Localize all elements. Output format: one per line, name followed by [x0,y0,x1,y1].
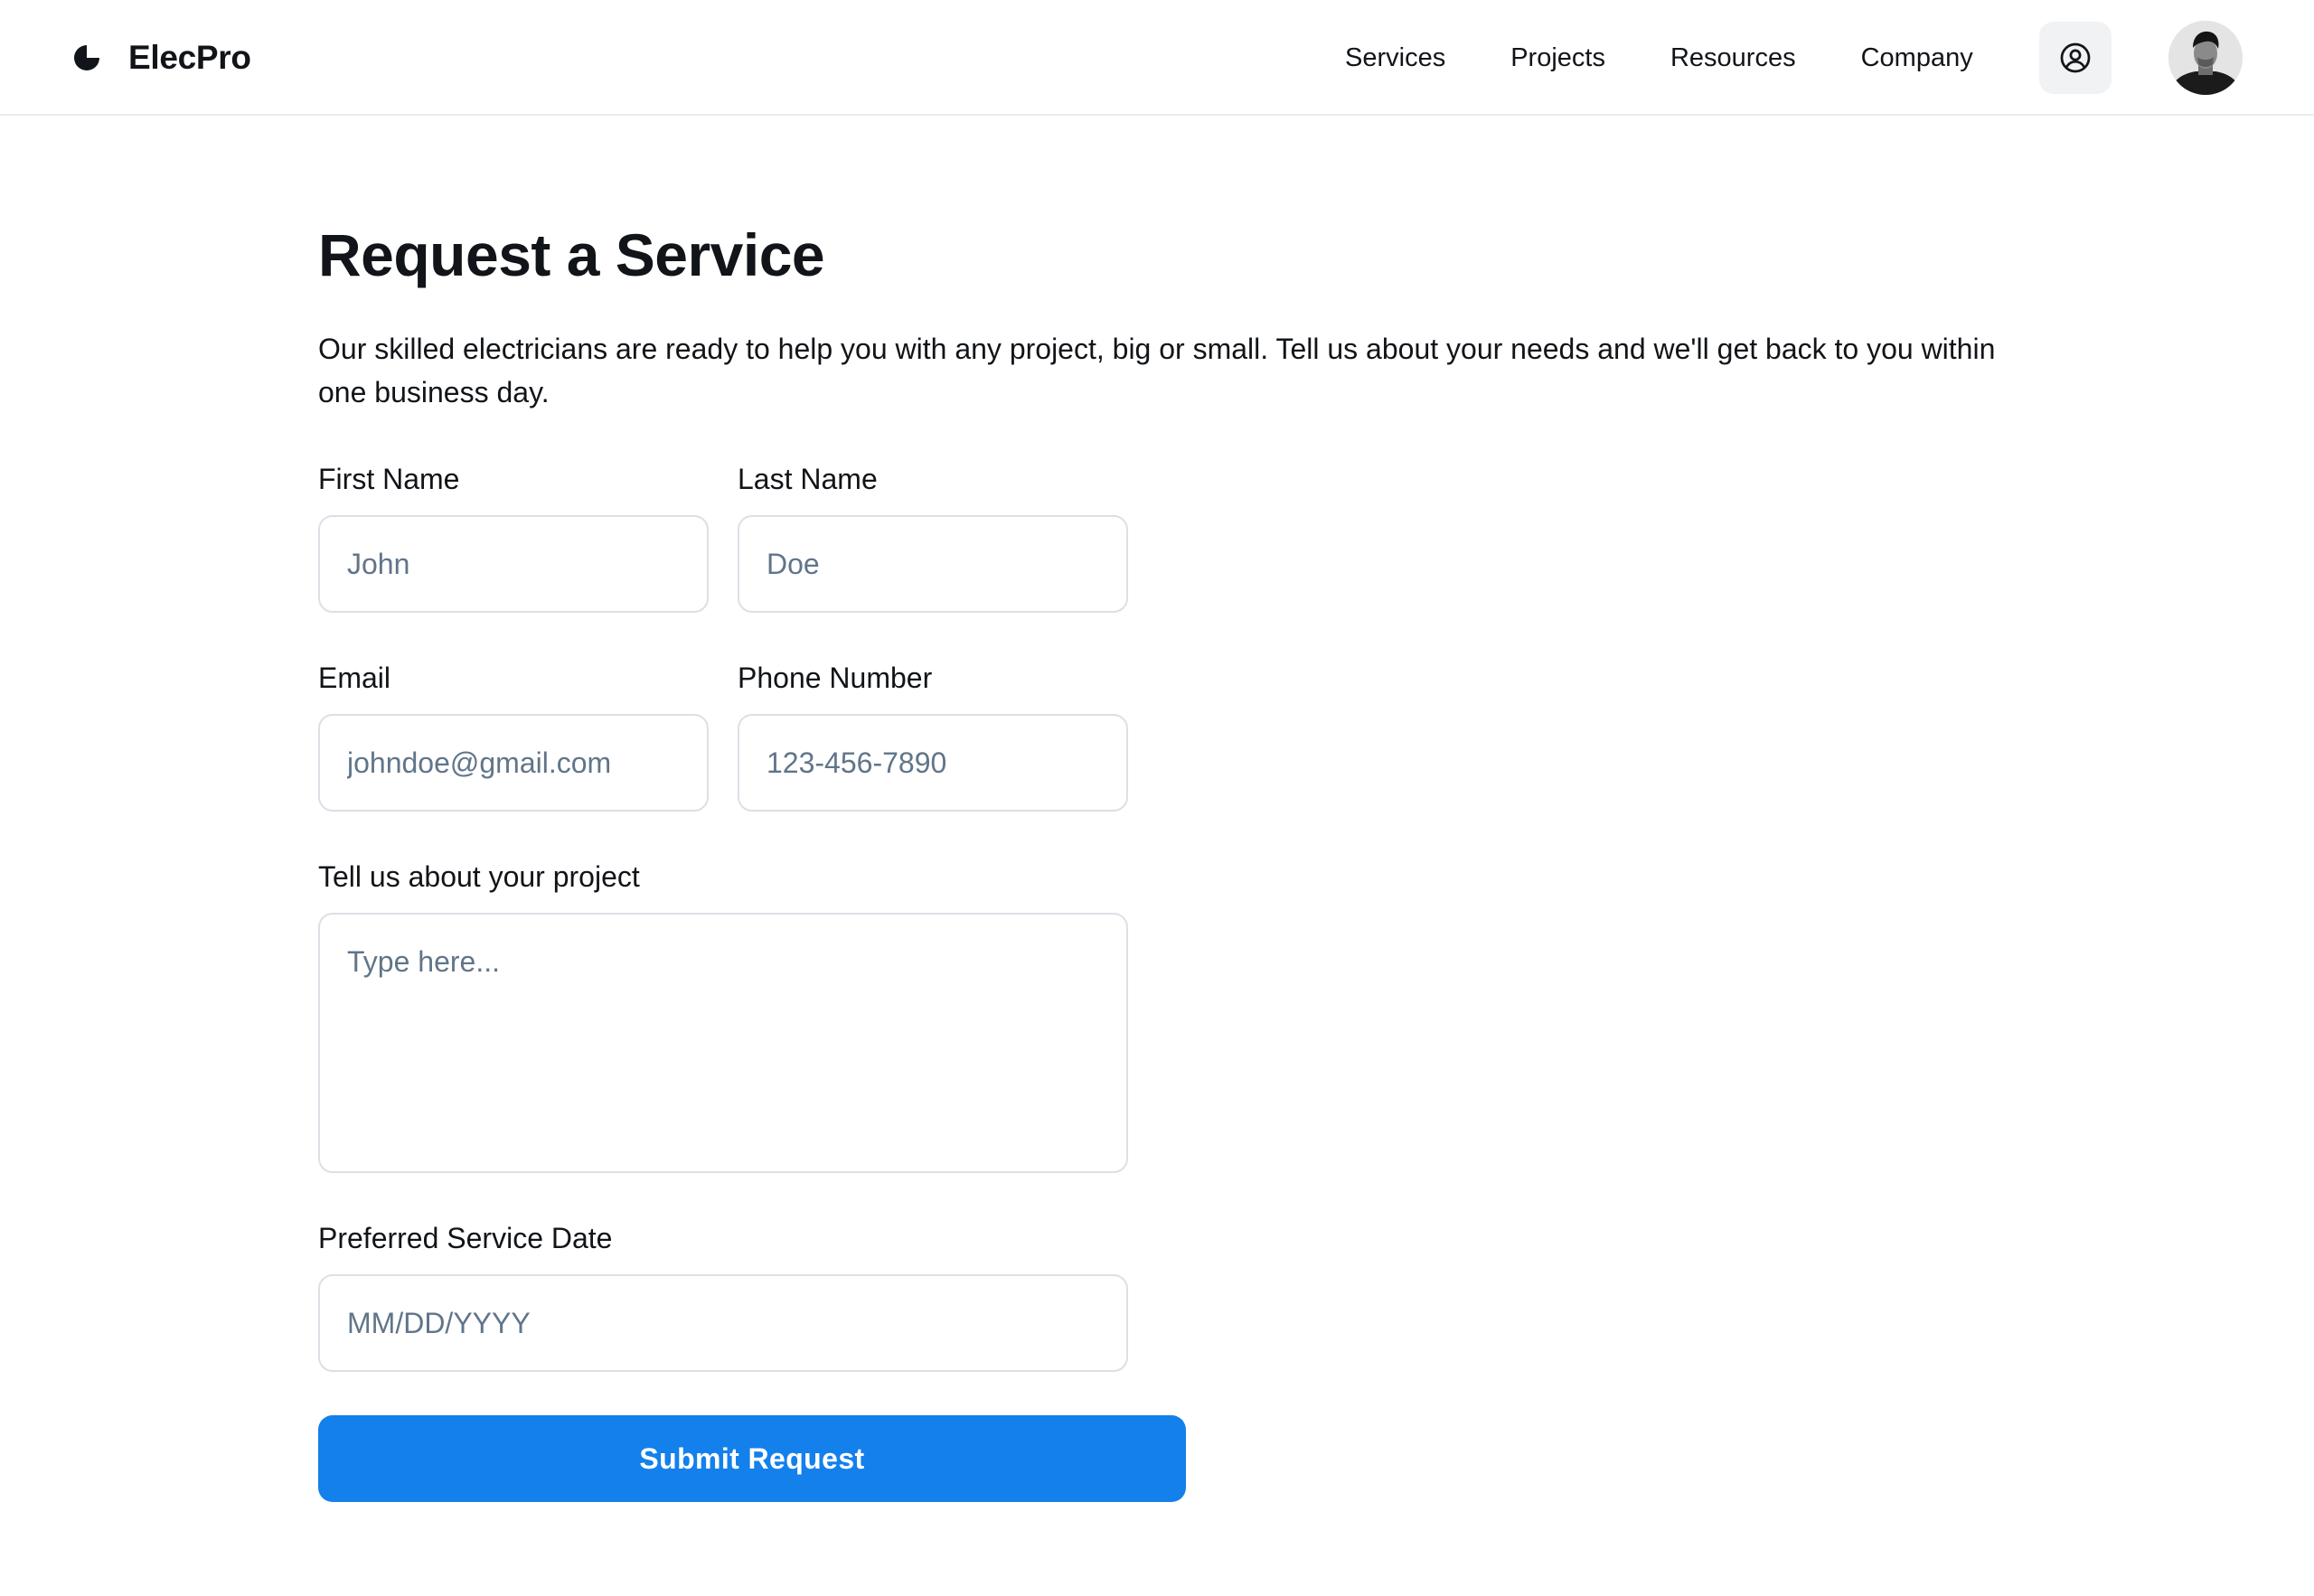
account-button[interactable] [2039,22,2112,94]
nav-item-services[interactable]: Services [1345,43,1445,73]
submit-request-button[interactable]: Submit Request [318,1415,1186,1502]
first-name-input[interactable] [318,515,709,613]
user-circle-icon [2060,42,2091,73]
first-name-label: First Name [318,463,460,495]
service-date-input[interactable] [318,1274,1128,1372]
service-date-label: Preferred Service Date [318,1222,613,1254]
brand[interactable]: ElecPro [72,0,251,116]
user-avatar-photo [2168,21,2243,95]
last-name-label: Last Name [738,463,878,495]
phone-label: Phone Number [738,662,933,694]
brand-logo-icon [74,45,99,70]
email-input[interactable] [318,714,709,812]
phone-input[interactable] [738,714,1128,812]
top-header: ElecPro Services Projects Resources Comp… [0,0,2314,116]
email-label: Email [318,662,391,694]
page-title: Request a Service [318,221,825,288]
nav-item-company[interactable]: Company [1861,43,1973,73]
user-avatar[interactable] [2168,21,2243,95]
nav-item-resources[interactable]: Resources [1670,43,1796,73]
page-intro: Our skilled electricians are ready to he… [318,333,1996,408]
nav-item-projects[interactable]: Projects [1510,43,1605,73]
project-label: Tell us about your project [318,860,640,893]
last-name-input[interactable] [738,515,1128,613]
main-nav: Services Projects Resources Company [1345,0,1973,116]
project-textarea[interactable] [318,913,1128,1173]
brand-name: ElecPro [128,39,251,76]
